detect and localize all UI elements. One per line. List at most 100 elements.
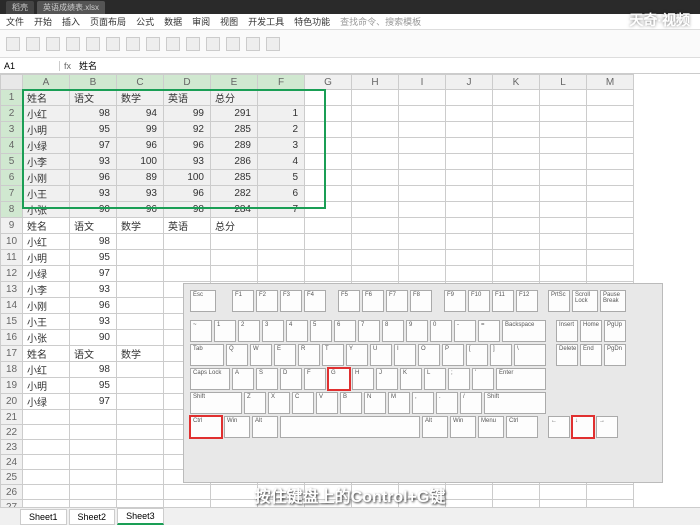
col-header-F[interactable]: F — [258, 75, 305, 90]
key-l[interactable]: L — [424, 368, 446, 390]
key-x[interactable]: X — [268, 392, 290, 414]
cell[interactable] — [540, 106, 587, 122]
cell[interactable] — [399, 154, 446, 170]
menu-layout[interactable]: 页面布局 — [90, 15, 126, 28]
key-pd[interactable]: . — [436, 392, 458, 414]
cell[interactable]: 98 — [164, 202, 211, 218]
cell[interactable]: 小绿 — [23, 394, 70, 410]
row-header-24[interactable]: 24 — [1, 455, 23, 470]
cell[interactable]: 100 — [164, 170, 211, 186]
key-e[interactable]: E — [274, 344, 296, 366]
cell[interactable] — [70, 425, 117, 440]
cell[interactable] — [23, 485, 70, 500]
cell[interactable] — [446, 170, 493, 186]
key-o[interactable]: O — [418, 344, 440, 366]
cell[interactable]: 小明 — [23, 378, 70, 394]
key-h[interactable]: H — [352, 368, 374, 390]
cell[interactable]: 小明 — [23, 122, 70, 138]
menu-formula[interactable]: 公式 — [136, 15, 154, 28]
cell[interactable]: 93 — [70, 314, 117, 330]
cell[interactable] — [352, 250, 399, 266]
col-header-E[interactable]: E — [211, 75, 258, 90]
key-f5[interactable]: F5 — [338, 290, 360, 312]
cell[interactable]: 92 — [164, 122, 211, 138]
cell[interactable] — [305, 202, 352, 218]
cell[interactable] — [352, 186, 399, 202]
cell[interactable]: 7 — [258, 202, 305, 218]
cell[interactable] — [540, 186, 587, 202]
col-header-D[interactable]: D — [164, 75, 211, 90]
cell[interactable]: 97 — [70, 266, 117, 282]
key-sc[interactable]: ; — [448, 368, 470, 390]
cell[interactable]: 小红 — [23, 362, 70, 378]
cell[interactable]: 小刚 — [23, 298, 70, 314]
cell[interactable]: 98 — [70, 234, 117, 250]
ribbon-italic[interactable] — [106, 37, 120, 51]
cell[interactable]: 95 — [70, 378, 117, 394]
key-gap[interactable] — [218, 290, 230, 312]
menu-review[interactable]: 审阅 — [192, 15, 210, 28]
cell[interactable] — [399, 122, 446, 138]
cell[interactable] — [446, 154, 493, 170]
cell[interactable]: 小刚 — [23, 170, 70, 186]
key-u[interactable]: U — [370, 344, 392, 366]
col-header-C[interactable]: C — [117, 75, 164, 90]
key-f2[interactable]: F2 — [256, 290, 278, 312]
cell[interactable]: 96 — [70, 170, 117, 186]
cell[interactable]: 总分 — [211, 90, 258, 106]
key-right[interactable]: → — [596, 416, 618, 438]
cell[interactable] — [117, 234, 164, 250]
cell[interactable]: 3 — [258, 138, 305, 154]
tab-app[interactable]: 稻壳 — [6, 1, 34, 14]
key-6[interactable]: 6 — [334, 320, 356, 342]
key-rshift[interactable]: Shift — [484, 392, 546, 414]
ribbon-filter[interactable] — [266, 37, 280, 51]
cell[interactable]: 96 — [117, 138, 164, 154]
cell[interactable]: 小王 — [23, 186, 70, 202]
ribbon-copy[interactable] — [46, 37, 60, 51]
cell[interactable] — [493, 485, 540, 500]
cell[interactable] — [587, 202, 634, 218]
cell[interactable]: 5 — [258, 170, 305, 186]
sheet-tab-2[interactable]: Sheet2 — [69, 509, 116, 525]
cell[interactable]: 289 — [211, 138, 258, 154]
ribbon-borders[interactable] — [186, 37, 200, 51]
cell[interactable] — [493, 266, 540, 282]
key-a[interactable]: A — [232, 368, 254, 390]
cell[interactable]: 96 — [117, 202, 164, 218]
cell[interactable]: 286 — [211, 154, 258, 170]
cell[interactable]: 姓名 — [23, 218, 70, 234]
key-down[interactable]: ↓ — [572, 416, 594, 438]
cell[interactable] — [493, 106, 540, 122]
key-rb[interactable]: ] — [490, 344, 512, 366]
cell[interactable] — [352, 106, 399, 122]
key-lctrl[interactable]: Ctrl — [190, 416, 222, 438]
cell[interactable] — [540, 170, 587, 186]
select-all-corner[interactable] — [1, 75, 23, 90]
key-gap[interactable] — [540, 416, 546, 438]
col-header-H[interactable]: H — [352, 75, 399, 90]
cell[interactable] — [446, 250, 493, 266]
cell[interactable] — [117, 362, 164, 378]
key-caps[interactable]: Caps Lock — [190, 368, 230, 390]
cell[interactable] — [117, 282, 164, 298]
key-3[interactable]: 3 — [262, 320, 284, 342]
key-tab[interactable]: Tab — [190, 344, 224, 366]
row-header-21[interactable]: 21 — [1, 410, 23, 425]
cell[interactable] — [305, 218, 352, 234]
key-esc[interactable]: Esc — [190, 290, 216, 312]
key-1[interactable]: 1 — [214, 320, 236, 342]
sheet-tab-3[interactable]: Sheet3 — [117, 508, 164, 525]
key-prtsc[interactable]: PrtSc — [548, 290, 570, 312]
cell[interactable] — [352, 266, 399, 282]
cell[interactable] — [305, 106, 352, 122]
cell[interactable]: 98 — [70, 362, 117, 378]
key-m[interactable]: M — [388, 392, 410, 414]
cell[interactable]: 英语 — [164, 90, 211, 106]
key-scrlk[interactable]: Scroll Lock — [572, 290, 598, 312]
key-f7[interactable]: F7 — [386, 290, 408, 312]
key-d[interactable]: D — [280, 368, 302, 390]
key-gap[interactable] — [548, 320, 554, 342]
cell[interactable] — [23, 410, 70, 425]
key-v[interactable]: V — [316, 392, 338, 414]
